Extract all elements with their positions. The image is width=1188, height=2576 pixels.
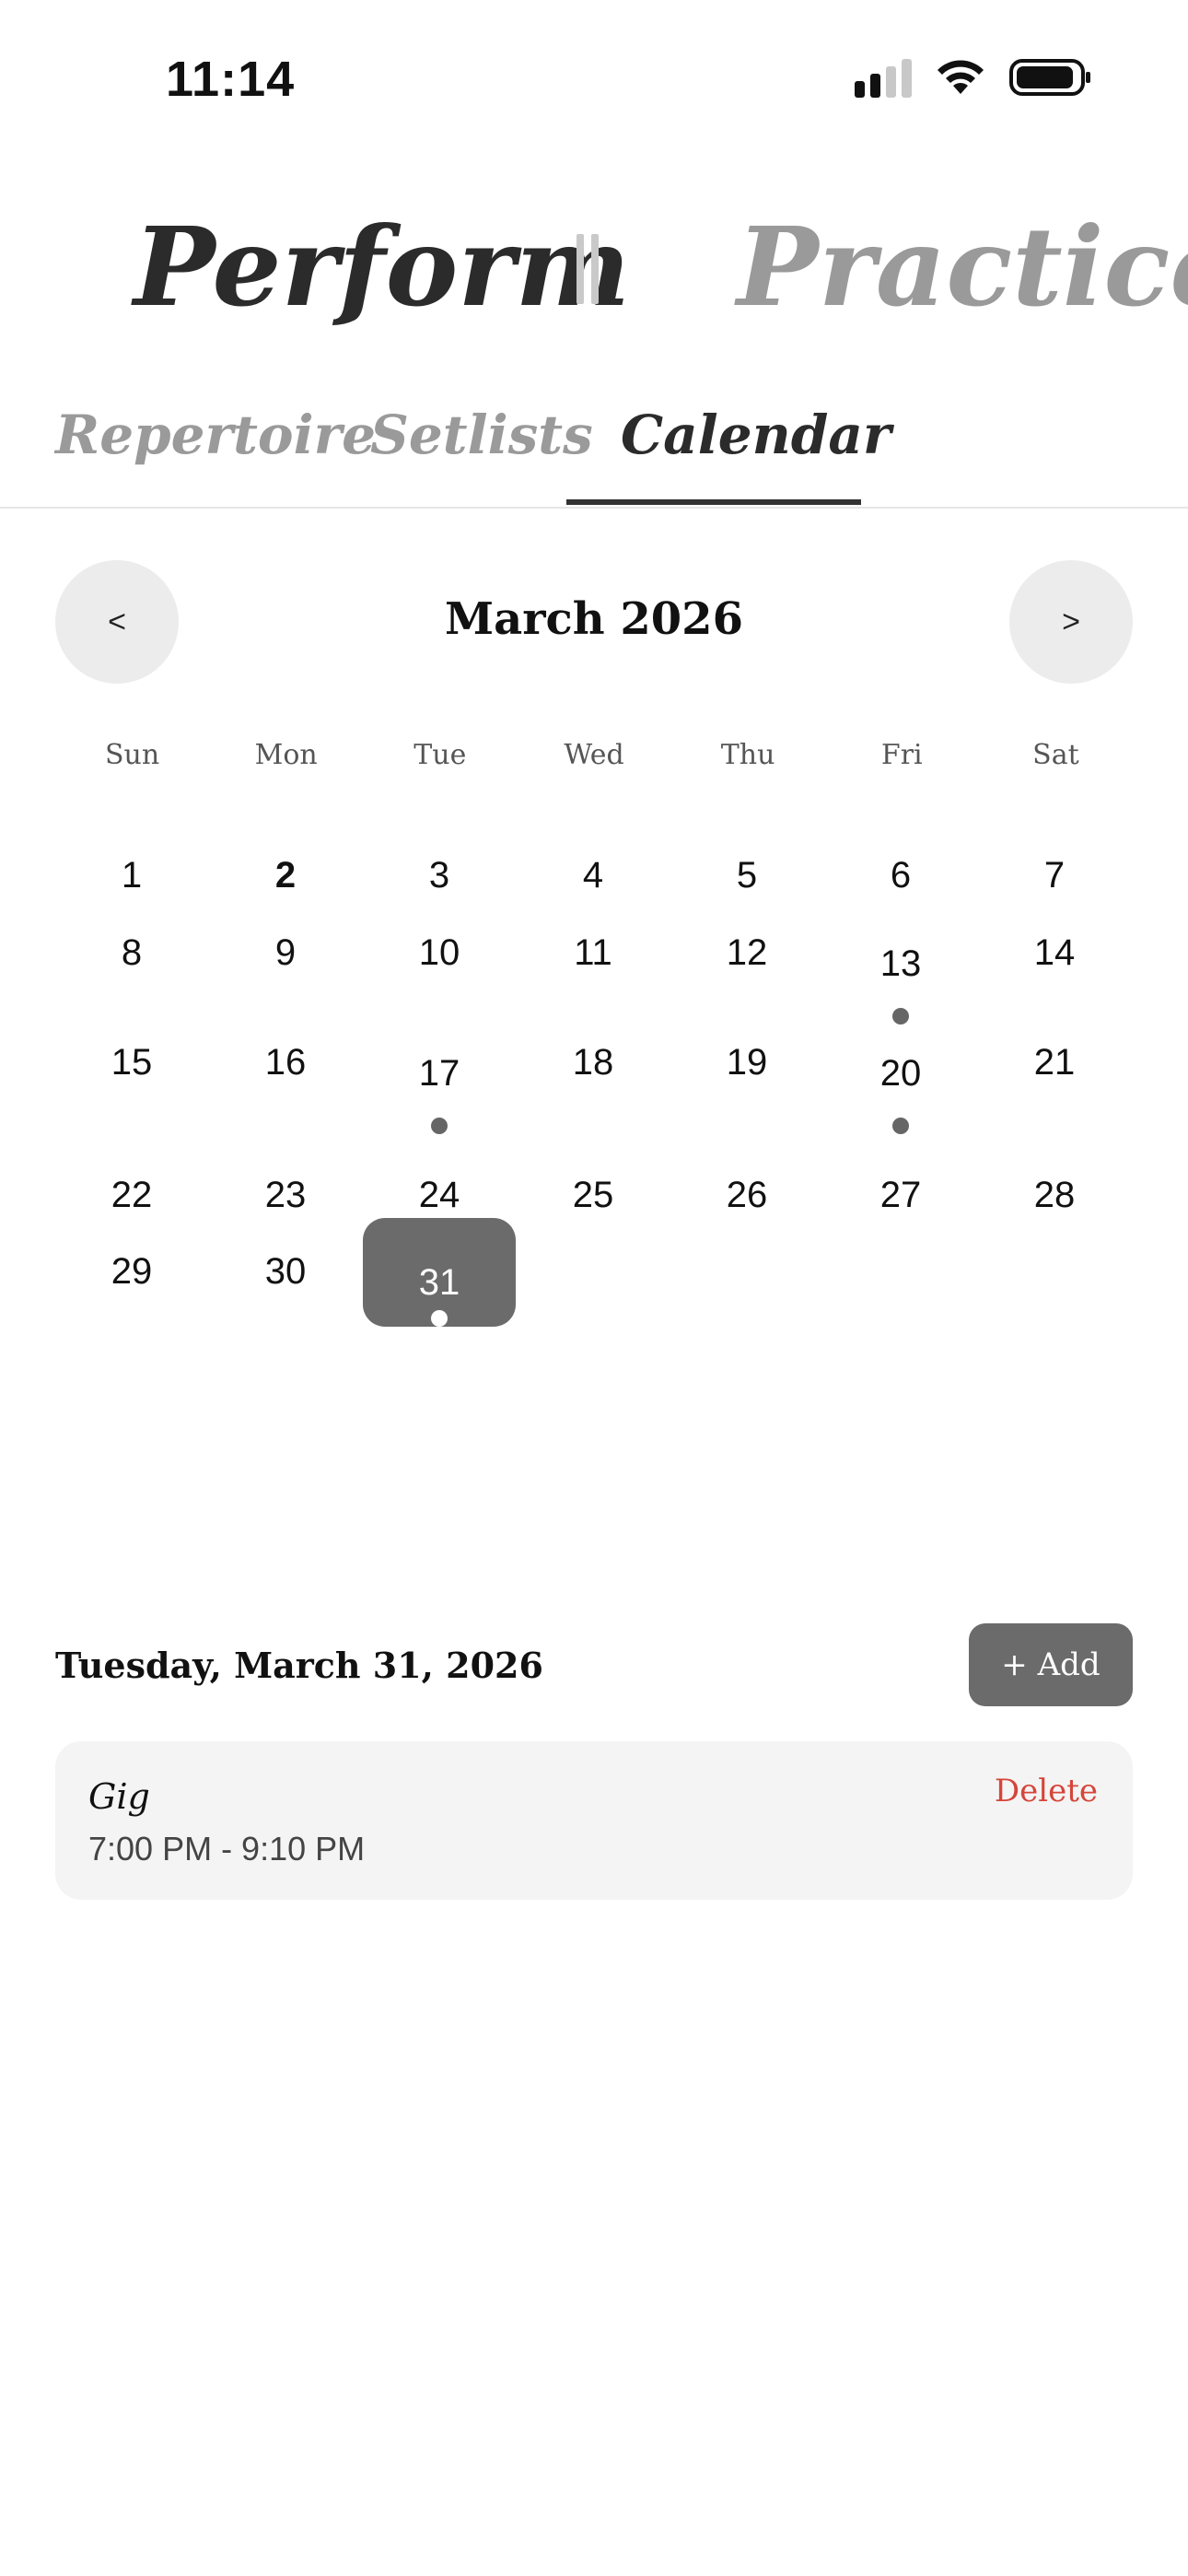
weekday-label: Wed <box>564 739 624 771</box>
calendar-day[interactable]: 19 <box>670 1042 823 1151</box>
selected-date-label: Tuesday, March 31, 2026 <box>55 1645 543 1686</box>
mode-switch: Perform Practice <box>0 184 1188 332</box>
weekday-header: Sun Mon Tue Wed Thu Fri Sat <box>55 739 1133 771</box>
calendar-day[interactable]: 28 <box>978 1175 1131 1283</box>
delete-event-button[interactable]: Delete <box>995 1773 1098 1809</box>
event-card[interactable]: Gig 7:00 PM - 9:10 PM Delete <box>55 1741 1133 1900</box>
calendar-day[interactable]: 25 <box>517 1175 670 1283</box>
event-dot-icon <box>431 1118 448 1134</box>
tab-calendar[interactable]: Calendar <box>621 404 891 466</box>
weekday-label: Sun <box>104 739 160 771</box>
calendar-day[interactable]: 18 <box>517 1042 670 1151</box>
calendar-day-selected[interactable]: 31 <box>363 1218 516 1327</box>
calendar-day[interactable]: 29 <box>55 1251 208 1360</box>
tab-bar: Repertoire Setlists Calendar <box>0 387 1188 509</box>
calendar-day[interactable]: 27 <box>824 1175 977 1283</box>
calendar-day-with-event[interactable]: 13 <box>824 943 977 1052</box>
calendar-day[interactable]: 9 <box>209 932 362 1041</box>
perform-mode-button[interactable]: Perform <box>134 203 630 331</box>
event-dot-icon <box>431 1310 448 1327</box>
calendar-day-with-event[interactable]: 17 <box>363 1053 516 1162</box>
calendar-day[interactable]: 8 <box>55 932 208 1041</box>
weekday-label: Tue <box>413 739 467 771</box>
calendar-day[interactable]: 14 <box>978 932 1131 1041</box>
event-dot-icon <box>892 1118 909 1134</box>
weekday-label: Mon <box>254 739 318 771</box>
event-title: Gig <box>88 1776 150 1817</box>
calendar-day[interactable]: 21 <box>978 1042 1131 1151</box>
calendar-day-with-event[interactable]: 20 <box>824 1053 977 1162</box>
status-icons <box>855 57 1090 98</box>
weekday-label: Thu <box>720 739 775 771</box>
calendar-day[interactable]: 15 <box>55 1042 208 1151</box>
pause-divider-icon <box>569 234 606 306</box>
calendar-day[interactable]: 11 <box>517 932 670 1041</box>
calendar-day[interactable]: 12 <box>670 932 823 1041</box>
next-month-button[interactable]: > <box>1009 560 1133 684</box>
status-time: 11:14 <box>166 52 296 107</box>
weekday-label: Sat <box>1032 739 1079 771</box>
calendar-day[interactable]: 10 <box>363 932 516 1041</box>
add-event-button[interactable]: + Add <box>969 1623 1133 1706</box>
active-tab-indicator <box>566 499 861 505</box>
battery-icon <box>1009 59 1090 96</box>
tab-setlists[interactable]: Setlists <box>370 404 593 466</box>
event-time: 7:00 PM - 9:10 PM <box>88 1830 366 1868</box>
weekday-label: Fri <box>880 739 923 771</box>
event-dot-icon <box>892 1008 909 1025</box>
status-bar: 11:14 <box>0 0 1188 157</box>
chevron-right-icon: > <box>1062 603 1080 639</box>
calendar-day[interactable]: 30 <box>209 1251 362 1360</box>
tab-repertoire[interactable]: Repertoire <box>55 404 376 466</box>
calendar-day[interactable]: 26 <box>670 1175 823 1283</box>
calendar-day[interactable]: 16 <box>209 1042 362 1151</box>
practice-mode-button[interactable]: Practice <box>737 203 1188 331</box>
wifi-icon <box>938 60 984 94</box>
cellular-signal-icon <box>855 57 912 98</box>
